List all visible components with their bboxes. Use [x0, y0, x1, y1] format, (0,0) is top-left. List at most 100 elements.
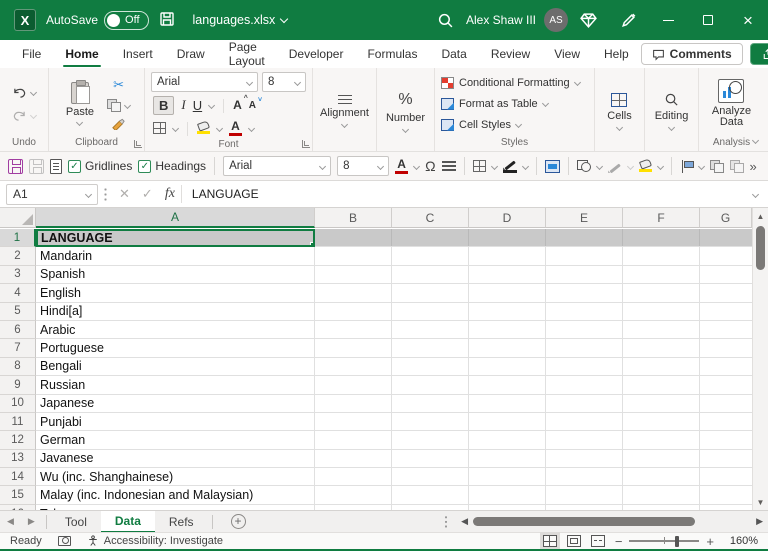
tab-home[interactable]: Home: [53, 40, 110, 68]
row-header-10[interactable]: 10: [0, 394, 36, 413]
cell-a11[interactable]: Punjabi: [36, 412, 315, 432]
align-text-icon[interactable]: [441, 161, 456, 171]
tab-formulas[interactable]: Formulas: [355, 40, 429, 68]
row-2-cells[interactable]: [315, 247, 752, 266]
grow-font-button[interactable]: A ^: [233, 95, 248, 112]
cells-button[interactable]: Cells: [599, 91, 639, 132]
scroll-left-icon[interactable]: ◀: [456, 516, 473, 527]
row-5-cells[interactable]: [315, 302, 752, 321]
font-size-select[interactable]: 8: [262, 72, 306, 92]
row-header-2[interactable]: 2: [0, 247, 36, 266]
comments-button[interactable]: Comments: [640, 43, 743, 65]
autosave-toggle[interactable]: AutoSave Off: [46, 10, 149, 30]
print-preview-icon[interactable]: [50, 158, 62, 174]
document-title[interactable]: languages.xlsx: [193, 13, 289, 27]
row-15-cells[interactable]: [315, 486, 752, 505]
format-painter-icon[interactable]: [111, 118, 126, 130]
row-header-3[interactable]: 3: [0, 265, 36, 285]
cell-a5[interactable]: Hindi[a]: [36, 302, 315, 321]
toolbar-overflow-button[interactable]: »: [750, 159, 757, 174]
cell-a14[interactable]: Wu (inc. Shanghainese): [36, 468, 315, 487]
font-color-button-qat[interactable]: A: [395, 158, 409, 174]
minimize-button[interactable]: [648, 0, 688, 40]
row-7-cells[interactable]: [315, 339, 752, 358]
cell-a12[interactable]: German: [36, 431, 315, 450]
zoom-slider-thumb[interactable]: [675, 535, 680, 547]
insert-function-button[interactable]: fx: [159, 186, 181, 202]
row-header-7[interactable]: 7: [0, 339, 36, 358]
sheet-nav-left-icon[interactable]: ◀: [0, 516, 21, 527]
name-box[interactable]: A1: [6, 183, 98, 205]
paste-values-icon[interactable]: [29, 158, 44, 174]
copy-button[interactable]: [104, 97, 133, 114]
row-header-5[interactable]: 5: [0, 302, 36, 321]
gem-icon[interactable]: [568, 0, 608, 40]
scroll-up-icon[interactable]: ▲: [757, 208, 765, 224]
column-header-d[interactable]: D: [469, 208, 546, 228]
group-objects-icon[interactable]: [709, 159, 724, 173]
cell-a15[interactable]: Malay (inc. Indonesian and Malaysian): [36, 486, 315, 505]
tab-splitter-handle[interactable]: [444, 514, 449, 529]
column-header-b[interactable]: B: [315, 208, 392, 228]
font-size-select-qat[interactable]: 8: [337, 156, 390, 176]
enter-icon[interactable]: ✓: [136, 186, 159, 202]
save-icon[interactable]: [159, 11, 175, 30]
ink-pen-icon[interactable]: [608, 0, 648, 40]
row-9-cells[interactable]: [315, 376, 752, 395]
tab-page-layout[interactable]: Page Layout: [217, 40, 277, 68]
formula-bar-value[interactable]: LANGUAGE: [182, 187, 753, 201]
merge-center-icon[interactable]: [544, 159, 560, 173]
spreadsheet-grid[interactable]: A B C D E F G 1 LANGUAGE 2 Mandarin 3 Sp…: [0, 208, 752, 510]
user-name[interactable]: Alex Shaw III: [466, 13, 536, 27]
bring-forward-icon[interactable]: [729, 159, 744, 173]
tab-developer[interactable]: Developer: [277, 40, 356, 68]
fill-color-icon-qat[interactable]: [638, 158, 652, 172]
sheet-tab-data[interactable]: Data: [100, 510, 155, 533]
edit-shape-icon[interactable]: [608, 159, 622, 173]
zoom-level[interactable]: 160%: [724, 535, 758, 547]
autosave-pill[interactable]: Off: [104, 10, 149, 30]
cell-a2[interactable]: Mandarin: [36, 247, 315, 266]
page-break-view-button[interactable]: [590, 535, 605, 547]
paste-button[interactable]: Paste: [60, 80, 100, 127]
column-header-f[interactable]: F: [623, 208, 700, 228]
font-color-button[interactable]: A: [229, 120, 242, 136]
shapes-icon[interactable]: [576, 160, 591, 172]
row-8-cells[interactable]: [315, 357, 752, 377]
horizontal-scroll-thumb[interactable]: [473, 517, 696, 526]
cancel-icon[interactable]: ✕: [113, 186, 136, 202]
column-header-e[interactable]: E: [546, 208, 623, 228]
row-header-11[interactable]: 11: [0, 412, 36, 432]
font-name-select-qat[interactable]: Arial: [223, 156, 332, 176]
column-header-g[interactable]: G: [700, 208, 752, 228]
row-12-cells[interactable]: [315, 431, 752, 450]
zoom-in-button[interactable]: +: [706, 534, 714, 549]
expand-formula-bar-icon[interactable]: [751, 190, 760, 198]
tab-view[interactable]: View: [542, 40, 592, 68]
pivot-icon[interactable]: [680, 159, 694, 173]
borders-icon[interactable]: [153, 122, 166, 134]
record-macro-icon[interactable]: [57, 536, 71, 546]
cell-a4[interactable]: English: [36, 284, 315, 303]
cell-a1-selected[interactable]: LANGUAGE: [36, 229, 315, 248]
scroll-right-icon[interactable]: ▶: [751, 516, 768, 527]
conditional-formatting-button[interactable]: Conditional Formatting: [437, 73, 584, 93]
zoom-slider[interactable]: [629, 535, 700, 547]
row-header-15[interactable]: 15: [0, 486, 36, 505]
cut-button[interactable]: ✂: [113, 77, 124, 93]
row-10-cells[interactable]: [315, 394, 752, 413]
row-header-8[interactable]: 8: [0, 357, 36, 377]
select-all-corner[interactable]: [0, 208, 36, 228]
font-name-select[interactable]: Arial: [151, 72, 258, 92]
fill-color-button[interactable]: [196, 120, 211, 134]
sheet-nav-right-icon[interactable]: ▶: [21, 516, 42, 527]
underline-button[interactable]: U: [193, 98, 202, 113]
undo-button[interactable]: [9, 84, 39, 101]
row-11-cells[interactable]: [315, 412, 752, 432]
cell-a3[interactable]: Spanish: [36, 265, 315, 285]
user-avatar[interactable]: AS: [544, 8, 568, 32]
row-header-13[interactable]: 13: [0, 449, 36, 469]
sheet-tab-refs[interactable]: Refs: [155, 511, 208, 533]
row-header-6[interactable]: 6: [0, 320, 36, 340]
tab-draw[interactable]: Draw: [165, 40, 217, 68]
